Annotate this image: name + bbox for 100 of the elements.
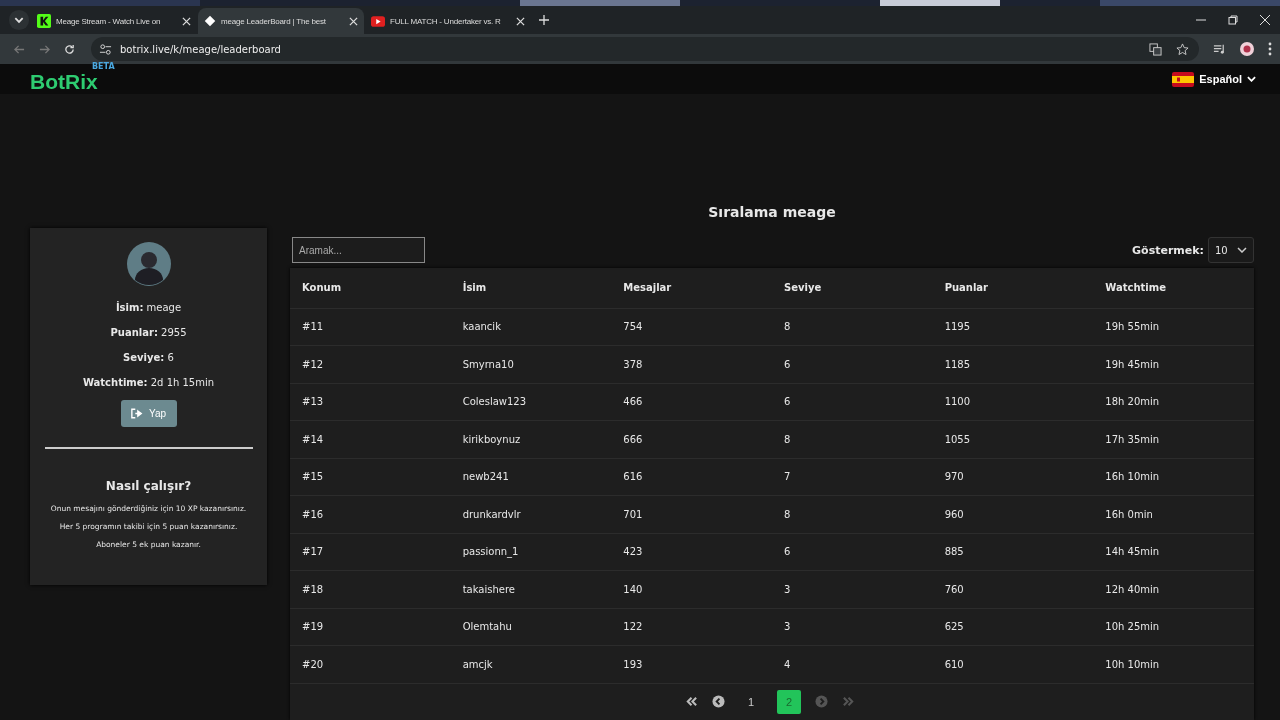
previous-page-icon[interactable]	[712, 695, 725, 709]
address-bar[interactable]: botrix.live/k/meage/leaderboard	[91, 37, 1199, 61]
table-cell: 140	[611, 570, 772, 608]
table-cell: 19h 45min	[1093, 345, 1254, 383]
table-cell: kaancik	[450, 308, 612, 346]
profile-field: Puanlar: 2955	[110, 325, 187, 340]
table-cell: 1055	[932, 420, 1094, 458]
reload-icon[interactable]	[64, 43, 75, 55]
play-icon	[371, 15, 385, 27]
table-cell: newb241	[450, 458, 612, 496]
table-cell: 3	[771, 608, 933, 646]
table-cell: 423	[611, 533, 772, 571]
page-size-select[interactable]: 10	[1208, 237, 1254, 263]
table-cell: 616	[611, 458, 772, 496]
table-cell: 1195	[932, 308, 1094, 346]
table-cell: 960	[932, 495, 1094, 533]
table-cell: 666	[611, 420, 772, 458]
table-cell: kirikboynuz	[450, 420, 612, 458]
beta-label: BETA	[92, 62, 115, 71]
table-cell: 4	[771, 645, 933, 683]
table-cell: #18	[290, 570, 451, 608]
profile-field: İsim: meage	[115, 300, 182, 315]
browser-tab[interactable]: Meage Stream - Watch Live on	[31, 8, 197, 34]
table-cell: 754	[611, 308, 772, 346]
column-header: Seviye	[771, 268, 933, 308]
chevron-down-icon	[1237, 247, 1247, 253]
browser-tab[interactable]: FULL MATCH - Undertaker vs. R	[365, 8, 531, 34]
search-field[interactable]: Aramak...	[292, 237, 425, 263]
close-icon[interactable]	[182, 16, 191, 26]
table-cell: 6	[771, 345, 933, 383]
sign-out-icon	[130, 408, 143, 419]
star-icon[interactable]	[1176, 42, 1189, 56]
table-cell: #14	[290, 420, 451, 458]
column-header: Puanlar	[932, 268, 1094, 308]
table-cell: 625	[932, 608, 1094, 646]
column-header: Mesajlar	[611, 268, 772, 308]
k-logo-icon	[37, 14, 51, 28]
diamond-icon	[204, 15, 216, 27]
table-cell: 8	[771, 420, 933, 458]
table-cell: Olemtahu	[450, 608, 612, 646]
new-tab-icon[interactable]	[539, 15, 549, 25]
chevron-down-icon	[1247, 76, 1256, 82]
table-cell: 1185	[932, 345, 1094, 383]
table-cell: 8	[771, 495, 933, 533]
table-cell: 970	[932, 458, 1094, 496]
table-cell: 6	[771, 383, 933, 421]
column-header: Konum	[290, 268, 451, 308]
profile-field: Watchtime: 2d 1h 15min	[82, 375, 215, 390]
table-cell: 885	[932, 533, 1094, 571]
forward-icon[interactable]	[39, 43, 50, 55]
table-cell: 1100	[932, 383, 1094, 421]
table-cell: #16	[290, 495, 451, 533]
table-cell: #13	[290, 383, 451, 421]
close-icon[interactable]	[1260, 15, 1270, 25]
section-heading: Nasıl çalışır?	[105, 479, 192, 493]
translate-icon[interactable]	[1149, 42, 1162, 56]
table-cell: 466	[611, 383, 772, 421]
table-cell: Coleslaw123	[450, 383, 612, 421]
table-cell: 12h 40min	[1093, 570, 1254, 608]
profile-field: Seviye: 6	[123, 350, 174, 365]
table-cell: 701	[611, 495, 772, 533]
restore-icon[interactable]	[1228, 15, 1238, 25]
table-cell: takaishere	[450, 570, 612, 608]
table-cell: 10h 10min	[1093, 645, 1254, 683]
table-cell: 14h 45min	[1093, 533, 1254, 571]
browser-tab[interactable]: meage LeaderBoard | The best	[198, 8, 364, 34]
language-selector[interactable]: Español	[1166, 70, 1262, 88]
table-cell: #12	[290, 345, 451, 383]
site-settings-icon[interactable]	[99, 42, 112, 56]
page-title: Sıralama meage	[707, 204, 837, 222]
logout-button[interactable]: Yap	[120, 400, 177, 427]
table-cell: #20	[290, 645, 451, 683]
url-text: botrix.live/k/meage/leaderboard	[120, 43, 281, 55]
close-icon[interactable]	[516, 16, 525, 26]
back-icon[interactable]	[14, 43, 25, 55]
profile-avatar-icon[interactable]	[1240, 42, 1254, 56]
table-cell: 610	[932, 645, 1094, 683]
table-cell: 3	[771, 570, 933, 608]
column-header: İsim	[450, 268, 612, 308]
table-cell: 193	[611, 645, 772, 683]
table-cell: 378	[611, 345, 772, 383]
table-cell: 17h 35min	[1093, 420, 1254, 458]
logo-text[interactable]: BotRix	[30, 70, 98, 93]
table-cell: 16h 10min	[1093, 458, 1254, 496]
table-cell: 16h 0min	[1093, 495, 1254, 533]
table-cell: 18h 20min	[1093, 383, 1254, 421]
table-cell: drunkardvlr	[450, 495, 612, 533]
avatar-icon	[126, 242, 171, 286]
close-icon[interactable]	[349, 16, 358, 26]
first-page-icon[interactable]	[685, 695, 698, 709]
table-cell: 8	[771, 308, 933, 346]
table-cell: 19h 55min	[1093, 308, 1254, 346]
table-cell: #11	[290, 308, 451, 346]
media-icon[interactable]	[1213, 42, 1226, 56]
table-cell: #17	[290, 533, 451, 571]
tab-search-icon[interactable]	[8, 9, 30, 31]
table-cell: passionn_1	[450, 533, 612, 571]
table-cell: 760	[932, 570, 1094, 608]
more-menu-icon[interactable]	[1268, 42, 1272, 56]
page-button[interactable]: 1	[739, 689, 763, 714]
